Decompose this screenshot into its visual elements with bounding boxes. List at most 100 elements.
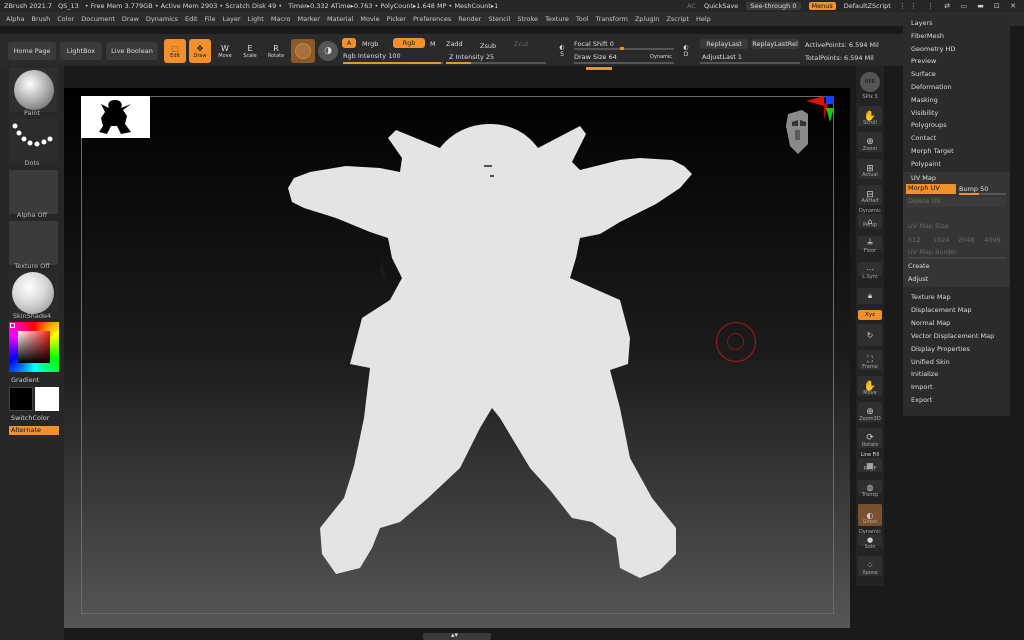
navigator-thumbnail[interactable] xyxy=(81,96,150,138)
uv-map-size-label[interactable]: UV Map Size xyxy=(908,222,948,230)
lightbox-button[interactable]: LightBox xyxy=(60,42,102,60)
uv-map-border-label[interactable]: UV Map Border xyxy=(908,248,957,256)
secondary-color-swatch[interactable] xyxy=(35,387,59,411)
menu-help[interactable]: Help xyxy=(696,15,711,23)
move-button[interactable]: W Move xyxy=(214,39,236,63)
color-picker[interactable] xyxy=(9,322,59,372)
subpalette-visibility[interactable]: Visibility xyxy=(911,109,938,117)
subpalette-display-properties[interactable]: Display Properties xyxy=(911,345,970,353)
menu-document[interactable]: Document xyxy=(81,15,115,23)
alpha-thumbnail[interactable] xyxy=(9,170,58,214)
subpalette-surface[interactable]: Surface xyxy=(911,70,936,78)
d-toggle[interactable]: ◐ D xyxy=(680,42,692,60)
orientation-gizmo[interactable] xyxy=(780,96,836,166)
menu-macro[interactable]: Macro xyxy=(271,15,291,23)
subpalette-normal-map[interactable]: Normal Map xyxy=(911,319,950,327)
menu-brush[interactable]: Brush xyxy=(31,15,50,23)
brush-thumbnail[interactable] xyxy=(9,68,58,112)
xyz-button[interactable]: Xyz xyxy=(858,310,882,320)
dynamic-toggle[interactable]: Dynamic xyxy=(650,54,672,60)
subpalette-fibermesh[interactable]: FiberMesh xyxy=(911,32,944,40)
home-page-button[interactable]: Home Page xyxy=(8,42,56,60)
stroke-thumbnail[interactable] xyxy=(9,119,58,163)
uv-size-512[interactable]: 512 xyxy=(908,236,920,244)
zcut-button[interactable]: Zcut xyxy=(514,40,529,48)
uv-size-2048[interactable]: 2048 xyxy=(958,236,975,244)
menu-texture[interactable]: Texture xyxy=(545,15,569,23)
texture-thumbnail[interactable] xyxy=(9,221,58,265)
menu-color[interactable]: Color xyxy=(57,15,74,23)
subpalette-unified-skin[interactable]: Unified Skin xyxy=(911,358,950,366)
scale-button[interactable]: E Scale xyxy=(239,39,261,63)
subpalette-layers[interactable]: Layers xyxy=(911,19,933,27)
color-picker-square[interactable] xyxy=(18,331,50,363)
a-toggle[interactable]: A xyxy=(342,38,356,48)
morph-uv-button[interactable]: Morph UV xyxy=(906,184,956,194)
menu-tool[interactable]: Tool xyxy=(576,15,589,23)
m-button[interactable]: M xyxy=(430,40,436,48)
menu-alpha[interactable]: Alpha xyxy=(6,15,24,23)
live-boolean-button[interactable]: Live Boolean xyxy=(106,42,158,60)
mrgb-button[interactable]: Mrgb xyxy=(362,40,378,48)
menu-render[interactable]: Render xyxy=(458,15,481,23)
menu-marker[interactable]: Marker xyxy=(297,15,319,23)
uv-size-1024[interactable]: 1024 xyxy=(933,236,950,244)
bpr-button[interactable]: BPR xyxy=(860,72,880,92)
subpalette-import[interactable]: Import xyxy=(911,383,933,391)
menu-stencil[interactable]: Stencil xyxy=(488,15,510,23)
focal-shift-slider[interactable]: Focal Shift 0 xyxy=(574,40,614,48)
subpalette-morph-target[interactable]: Morph Target xyxy=(911,147,954,155)
quicksave-button[interactable]: QuickSave xyxy=(704,2,738,10)
spix-slider[interactable]: SPix 3 xyxy=(856,94,884,100)
z-intensity-slider[interactable]: Z Intensity 25 xyxy=(449,53,494,61)
rgb-button[interactable]: Rgb xyxy=(393,38,425,48)
menu-material[interactable]: Material xyxy=(327,15,353,23)
texture-swatch[interactable]: ◑ xyxy=(318,41,338,61)
menu-file[interactable]: File xyxy=(205,15,216,23)
draw-button[interactable]: ✥ Draw xyxy=(189,39,211,63)
menu-movie[interactable]: Movie xyxy=(360,15,379,23)
subpalette-polypaint[interactable]: Polypaint xyxy=(911,160,941,168)
menu-light[interactable]: Light xyxy=(248,15,264,23)
gradient-label[interactable]: Gradient xyxy=(11,376,39,384)
menu-picker[interactable]: Picker xyxy=(387,15,406,23)
uv-morph-mesh[interactable] xyxy=(280,118,700,588)
adjust-last-slider[interactable]: AdjustLast 1 xyxy=(702,53,742,61)
default-zscript-button[interactable]: DefaultZScript xyxy=(844,2,891,10)
menu-preferences[interactable]: Preferences xyxy=(413,15,451,23)
subpalette-contact[interactable]: Contact xyxy=(911,134,936,142)
rotate-button[interactable]: R Rotate xyxy=(264,39,288,63)
material-thumbnail[interactable] xyxy=(9,271,58,315)
rotate-axis-button[interactable]: ↻ xyxy=(858,324,882,346)
subpalette-texture-map[interactable]: Texture Map xyxy=(911,293,951,301)
menu-edit[interactable]: Edit xyxy=(185,15,198,23)
zadd-button[interactable]: Zadd xyxy=(446,40,463,48)
see-through-slider[interactable]: See-through 0 xyxy=(746,2,801,10)
material-swatch[interactable] xyxy=(291,39,315,63)
adjust-button[interactable]: Adjust xyxy=(908,275,928,283)
subpalette-preview[interactable]: Preview xyxy=(911,57,936,65)
subpalette-polygroups[interactable]: Polygroups xyxy=(911,121,947,129)
bump-slider[interactable]: Bump 50 xyxy=(959,185,988,193)
subpalette-masking[interactable]: Masking xyxy=(911,96,938,104)
menus-button[interactable]: Menus xyxy=(808,2,836,10)
zsub-button[interactable]: Zsub xyxy=(480,42,496,50)
s-toggle[interactable]: ◐ S xyxy=(556,42,568,60)
replay-last-button[interactable]: ReplayLast xyxy=(700,39,748,49)
menu-transform[interactable]: Transform xyxy=(596,15,628,23)
subpalette-displacement-map[interactable]: Displacement Map xyxy=(911,306,971,314)
menu-layer[interactable]: Layer xyxy=(222,15,240,23)
menu-zscript[interactable]: Zscript xyxy=(666,15,689,23)
create-button[interactable]: Create xyxy=(908,262,930,270)
menu-draw[interactable]: Draw xyxy=(122,15,139,23)
menu-stroke[interactable]: Stroke xyxy=(517,15,538,23)
menu-dynamics[interactable]: Dynamics xyxy=(146,15,178,23)
subpalette-export[interactable]: Export xyxy=(911,396,932,404)
draw-size-slider[interactable]: Draw Size 64 xyxy=(574,53,617,61)
bottom-tray-handle[interactable]: ▴▾ xyxy=(423,631,491,640)
alternate-button[interactable]: Alternate xyxy=(9,426,59,435)
uv-map-header[interactable]: UV Map xyxy=(911,174,936,182)
rgb-intensity-slider[interactable]: Rgb Intensity 100 xyxy=(343,52,401,60)
subpalette-initialize[interactable]: Initialize xyxy=(911,370,938,378)
edit-button[interactable]: ⬚ Edit xyxy=(164,39,186,63)
